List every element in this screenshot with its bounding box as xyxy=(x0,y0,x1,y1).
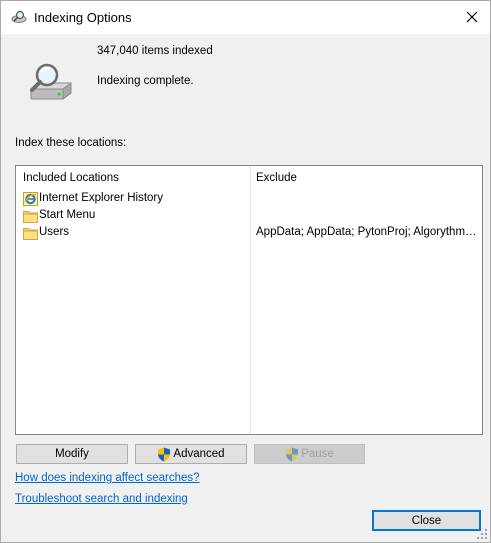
modify-button-label: Modify xyxy=(55,448,89,460)
close-window-button[interactable] xyxy=(458,3,486,31)
column-header-included[interactable]: Included Locations xyxy=(23,172,119,184)
modify-button[interactable]: Modify xyxy=(16,444,128,464)
uac-shield-icon xyxy=(158,447,171,461)
list-item[interactable]: Start Menu xyxy=(16,208,482,225)
title-bar: Indexing Options xyxy=(1,1,490,34)
index-locations-label: Index these locations: xyxy=(15,137,127,149)
close-button-label: Close xyxy=(411,514,442,527)
how-indexing-affects-searches-link[interactable]: How does indexing affect searches? xyxy=(15,472,200,484)
troubleshoot-search-link[interactable]: Troubleshoot search and indexing xyxy=(15,493,188,505)
items-indexed-count: 347,040 items indexed xyxy=(97,45,213,57)
resize-grip-icon[interactable] xyxy=(476,528,488,540)
location-name: Internet Explorer History xyxy=(39,192,163,204)
locations-list[interactable]: Included Locations Exclude Internet Expl… xyxy=(15,165,483,435)
indexing-status: Indexing complete. xyxy=(97,75,194,87)
indexing-options-window: Indexing Options 347,040 items indexed I… xyxy=(0,0,491,543)
advanced-button[interactable]: Advanced xyxy=(135,444,247,464)
indexing-drive-icon xyxy=(30,63,72,100)
folder-icon xyxy=(23,211,38,223)
internet-explorer-icon xyxy=(23,192,38,206)
folder-icon xyxy=(23,228,38,240)
close-button[interactable]: Close xyxy=(372,510,481,531)
close-icon xyxy=(466,11,478,23)
uac-shield-icon xyxy=(286,447,299,461)
advanced-button-label: Advanced xyxy=(173,448,225,460)
window-title: Indexing Options xyxy=(34,10,132,25)
list-item[interactable]: Users AppData; AppData; PytonProj; Algor… xyxy=(16,225,482,242)
location-exclusions: AppData; AppData; PytonProj; Algorythm… xyxy=(256,226,477,238)
pause-button[interactable]: Pause xyxy=(254,444,365,464)
pause-button-label: Pause xyxy=(301,448,334,460)
column-header-exclude[interactable]: Exclude xyxy=(256,172,297,184)
location-name: Users xyxy=(39,226,70,238)
location-name: Start Menu xyxy=(39,209,96,221)
indexing-options-icon xyxy=(11,10,27,23)
list-item[interactable]: Internet Explorer History xyxy=(16,191,482,208)
